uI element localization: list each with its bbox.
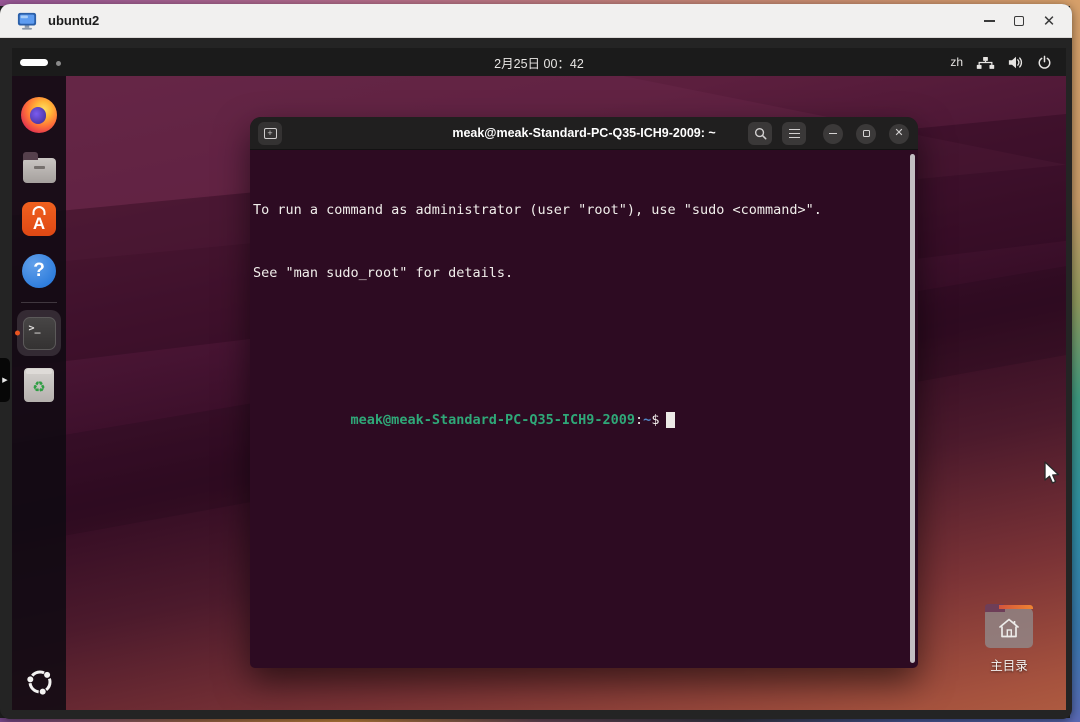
terminal-header-bar[interactable]: meak@meak-Standard-PC-Q35-ICH9-2009: ~	[250, 117, 918, 150]
vm-close-button[interactable]: ✕	[1034, 7, 1064, 35]
vm-monitor-icon	[16, 11, 38, 31]
mouse-cursor	[1043, 461, 1062, 487]
dock-item-ubuntu-software[interactable]: A	[12, 193, 66, 245]
side-panel-toggle[interactable]: ▶	[0, 358, 10, 402]
gnome-top-bar: 2月25日 00：42 zh	[12, 48, 1066, 76]
ubuntu-logo-icon	[24, 666, 56, 698]
ubuntu-software-icon: A	[22, 202, 56, 236]
guest-screen: 2月25日 00：42 zh	[12, 48, 1066, 710]
vm-viewer-window: ubuntu2 ✕ 2月25日 00：42 zh	[0, 4, 1072, 719]
files-folder-icon	[23, 158, 56, 183]
system-tray[interactable]: zh	[950, 48, 1052, 76]
help-icon: ?	[22, 254, 56, 288]
terminal-maximize-button[interactable]	[856, 124, 876, 144]
dock: A ? >_ ♻	[12, 76, 66, 710]
network-wired-icon[interactable]	[976, 55, 995, 70]
home-shortcut-label: 主目录	[990, 655, 1028, 674]
clock-label[interactable]: 2月25日 00：42	[12, 53, 1066, 72]
desktop-home-shortcut[interactable]: 主目录	[973, 608, 1045, 674]
dock-item-firefox[interactable]	[12, 89, 66, 141]
volume-icon[interactable]	[1008, 55, 1024, 70]
terminal-icon: >_	[23, 317, 56, 350]
terminal-cursor	[666, 412, 675, 428]
terminal-menu-button[interactable]	[782, 122, 806, 145]
screen: ubuntu2 ✕ 2月25日 00：42 zh	[0, 0, 1080, 722]
prompt-symbol: $	[651, 412, 659, 428]
prompt-user-host: meak@meak-Standard-PC-Q35-ICH9-2009	[351, 412, 635, 428]
input-method-indicator[interactable]: zh	[950, 55, 963, 69]
hamburger-menu-icon	[789, 129, 800, 139]
dock-item-terminal[interactable]: >_	[12, 307, 66, 359]
dock-item-trash[interactable]: ♻	[12, 359, 66, 411]
vm-maximize-button[interactable]	[1004, 7, 1034, 35]
home-folder-icon	[985, 608, 1033, 648]
firefox-icon	[21, 97, 57, 133]
terminal-search-button[interactable]	[748, 122, 772, 145]
prompt-separator: :	[635, 412, 643, 428]
terminal-output[interactable]: To run a command as administrator (user …	[250, 151, 918, 668]
dock-item-files[interactable]	[12, 141, 66, 193]
terminal-line: To run a command as administrator (user …	[253, 200, 916, 221]
search-icon	[754, 127, 767, 140]
dock-item-help[interactable]: ?	[12, 245, 66, 297]
vm-titlebar[interactable]: ubuntu2 ✕	[0, 4, 1072, 38]
terminal-scrollbar[interactable]	[910, 154, 915, 663]
terminal-minimize-button[interactable]	[823, 124, 843, 144]
terminal-prompt-line: meak@meak-Standard-PC-Q35-ICH9-2009:~$	[253, 389, 916, 410]
terminal-header-actions: ✕	[748, 117, 909, 150]
trash-icon: ♻	[24, 368, 54, 402]
vm-window-title: ubuntu2	[48, 13, 99, 28]
power-icon[interactable]	[1037, 55, 1052, 70]
terminal-line: See "man sudo_root" for details.	[253, 263, 916, 284]
terminal-window[interactable]: meak@meak-Standard-PC-Q35-ICH9-2009: ~	[250, 117, 918, 668]
dock-separator	[21, 302, 57, 303]
vm-window-controls: ✕	[974, 4, 1064, 38]
terminal-running-dot	[15, 331, 20, 336]
terminal-close-button[interactable]: ✕	[889, 124, 909, 144]
vm-minimize-button[interactable]	[974, 7, 1004, 35]
terminal-blank-line	[253, 326, 916, 347]
